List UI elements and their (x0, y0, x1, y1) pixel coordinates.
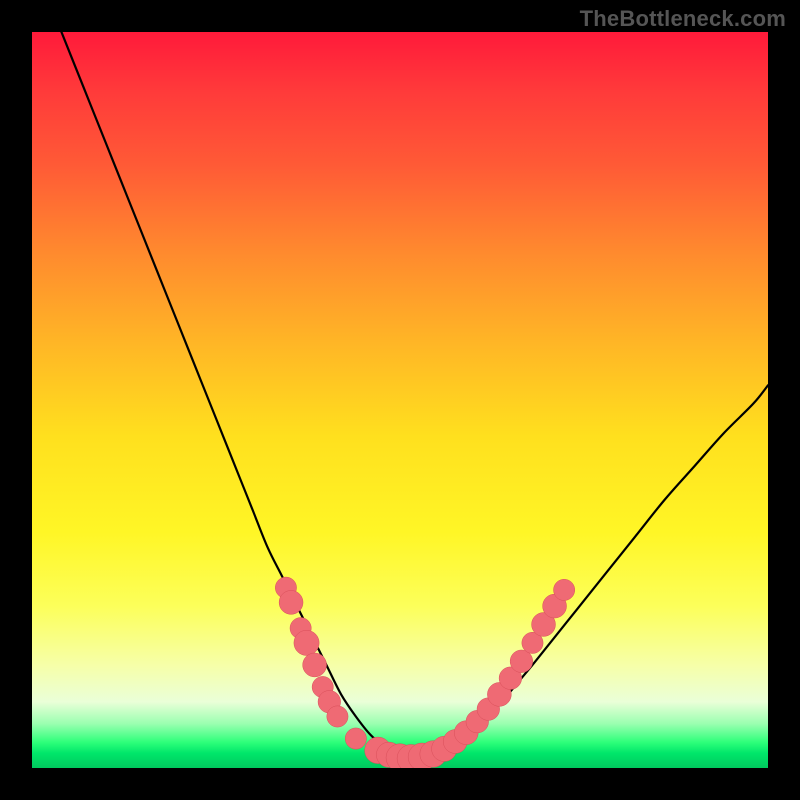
watermark-text: TheBottleneck.com (580, 6, 786, 32)
curve-marker (345, 728, 366, 749)
curve-marker (510, 650, 533, 673)
curve-marker (279, 590, 303, 614)
bottleneck-curve (61, 32, 768, 759)
curve-marker (303, 653, 327, 677)
plot-area (32, 32, 768, 768)
chart-frame: TheBottleneck.com (0, 0, 800, 800)
curve-marker (294, 630, 319, 655)
curve-marker (554, 579, 575, 600)
curve-markers (275, 577, 574, 768)
chart-svg (32, 32, 768, 768)
curve-marker (327, 706, 348, 727)
